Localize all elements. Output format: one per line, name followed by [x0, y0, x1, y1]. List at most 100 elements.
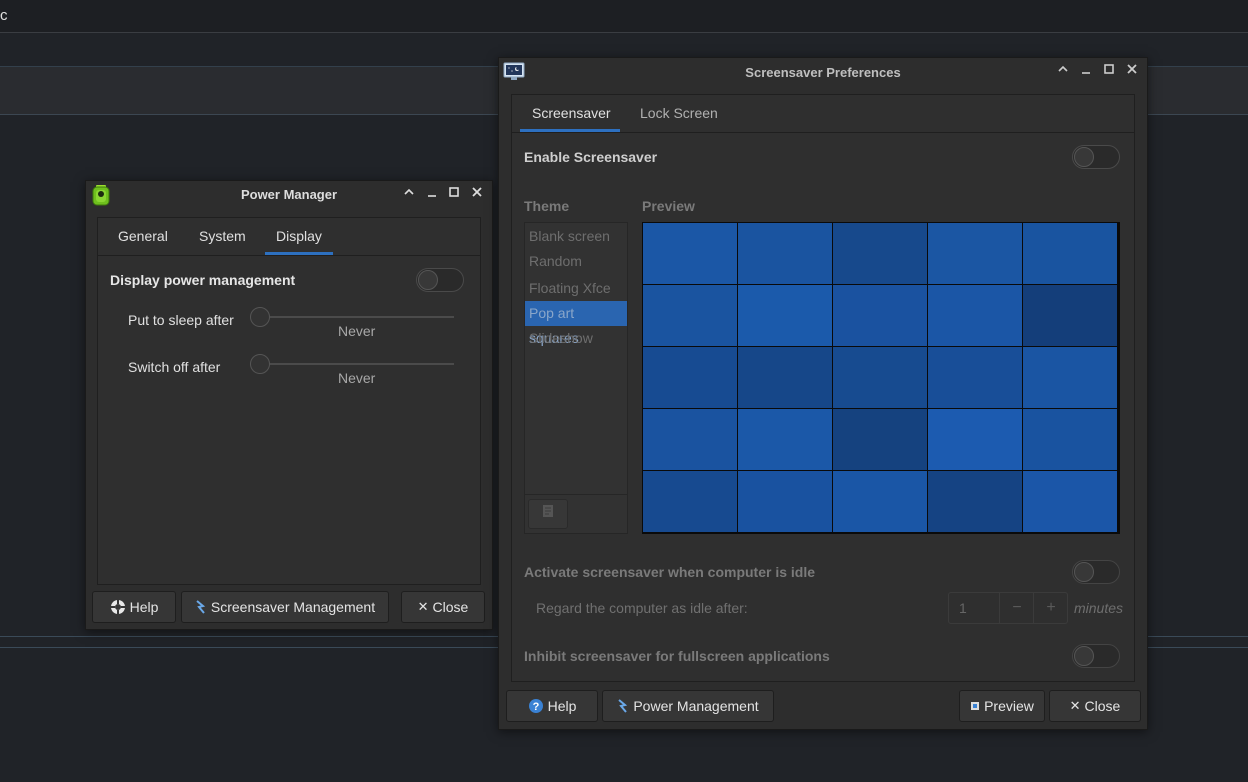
help-icon: ?: [528, 699, 543, 713]
configure-theme-button[interactable]: [528, 499, 568, 529]
preview-button[interactable]: Preview: [959, 690, 1045, 722]
power-management-icon: [618, 699, 628, 713]
preview-square: [738, 223, 832, 284]
close-icon: [1127, 64, 1137, 74]
preview-square: [643, 409, 737, 470]
preview-square: [643, 347, 737, 408]
tab-system[interactable]: System: [199, 228, 246, 244]
preview-square: [643, 285, 737, 346]
chevron-up-icon: [404, 188, 414, 195]
preview-square: [928, 285, 1022, 346]
help-button[interactable]: Help: [92, 591, 176, 623]
activate-idle-switch[interactable]: [1072, 560, 1120, 584]
sleep-slider-handle[interactable]: [250, 307, 270, 327]
close-button[interactable]: ✕ Close: [401, 591, 485, 623]
screensaver-management-label: Screensaver Management: [210, 599, 376, 615]
background-top-bar: c: [0, 0, 1248, 33]
power-manager-titlebar[interactable]: Power Manager: [86, 181, 492, 209]
preview-square: [833, 409, 927, 470]
minimize-icon: [428, 195, 436, 197]
tab-general[interactable]: General: [118, 228, 168, 244]
chevron-up-icon: [1058, 65, 1068, 72]
theme-item-slideshow[interactable]: Slideshow: [525, 326, 627, 351]
minimize-button[interactable]: [423, 185, 441, 203]
screensaver-icon: [196, 600, 206, 614]
enable-screensaver-switch[interactable]: [1072, 145, 1120, 169]
display-power-management-switch[interactable]: [416, 268, 464, 292]
activate-idle-label: Activate screensaver when computer is id…: [524, 564, 816, 580]
preview-square: [643, 471, 737, 532]
preview-square: [833, 285, 927, 346]
preview-square: [928, 471, 1022, 532]
switch-knob: [1074, 147, 1094, 167]
tab-lock-screen[interactable]: Lock Screen: [640, 105, 718, 121]
svg-text:?: ?: [532, 701, 539, 713]
switch-off-slider-handle[interactable]: [250, 354, 270, 374]
idle-minutes-value: 1: [959, 600, 967, 616]
switch-off-value: Never: [338, 370, 376, 386]
sleep-slider-track[interactable]: [250, 316, 454, 318]
plus-icon: +: [1046, 599, 1056, 616]
preview-label: Preview: [984, 698, 1034, 714]
screensaver-titlebar[interactable]: Screensaver Preferences: [499, 58, 1147, 86]
shade-button[interactable]: [1054, 62, 1072, 80]
theme-item-blank-screen[interactable]: Blank screen: [525, 224, 627, 249]
inhibit-fullscreen-label: Inhibit screensaver for fullscreen appli…: [524, 648, 830, 664]
maximize-button[interactable]: [1100, 62, 1118, 80]
power-manager-window: Power Manager General System Display Dis…: [85, 180, 493, 630]
maximize-icon: [449, 187, 459, 197]
preview-header: Preview: [642, 198, 695, 214]
screensaver-management-button[interactable]: Screensaver Management: [181, 591, 389, 623]
idle-minutes-spinner[interactable]: 1 − +: [948, 592, 1068, 624]
preview-icon: [971, 702, 980, 710]
preview-square: [833, 347, 927, 408]
power-management-button[interactable]: Power Management: [602, 690, 774, 722]
close-label: Close: [1084, 698, 1121, 714]
increment-button[interactable]: +: [1033, 593, 1068, 623]
preview-square: [1023, 223, 1117, 284]
theme-item-random[interactable]: Random: [525, 249, 627, 274]
close-label: Close: [432, 599, 469, 615]
switch-knob: [1074, 646, 1094, 666]
theme-list-footer: [525, 494, 627, 533]
inhibit-fullscreen-switch[interactable]: [1072, 644, 1120, 668]
tab-screensaver[interactable]: Screensaver: [532, 105, 611, 121]
sleep-label: Put to sleep after: [128, 312, 234, 328]
close-window-button[interactable]: [1123, 62, 1141, 80]
switch-off-slider-track[interactable]: [250, 363, 454, 365]
minimize-button[interactable]: [1077, 62, 1095, 80]
theme-item-pop-art-squares[interactable]: Pop art squares: [525, 301, 627, 346]
close-window-button[interactable]: [468, 185, 486, 203]
enable-screensaver-label: Enable Screensaver: [524, 149, 658, 165]
settings-panel: Screensaver Lock Screen Enable Screensav…: [511, 94, 1135, 682]
preview-square: [833, 223, 927, 284]
display-power-management-label: Display power management: [110, 272, 296, 288]
maximize-button[interactable]: [445, 185, 463, 203]
preview-square: [738, 347, 832, 408]
tab-display[interactable]: Display: [276, 228, 322, 244]
decrement-button[interactable]: −: [999, 593, 1034, 623]
shade-button[interactable]: [400, 185, 418, 203]
close-button[interactable]: ✕ Close: [1049, 690, 1141, 722]
lifebuoy-icon: [110, 600, 125, 614]
preview-square: [1023, 285, 1117, 346]
preview-square: [928, 223, 1022, 284]
help-button[interactable]: ? Help: [506, 690, 598, 722]
minimize-icon: [1082, 72, 1090, 74]
background-text: c: [0, 7, 8, 24]
theme-list: Blank screen Random Floating Xfce Pop ar…: [524, 222, 628, 534]
idle-after-label: Regard the computer as idle after:: [536, 600, 748, 616]
active-tab-indicator: [520, 129, 620, 132]
help-label: Help: [129, 599, 159, 615]
preview-square: [738, 409, 832, 470]
preview-square: [738, 471, 832, 532]
preview-square: [928, 347, 1022, 408]
preview-square: [1023, 409, 1117, 470]
theme-header: Theme: [524, 198, 570, 214]
active-tab-indicator: [265, 252, 333, 255]
close-icon: ✕: [1069, 698, 1081, 713]
power-management-label: Power Management: [633, 698, 759, 714]
theme-item-floating-xfce[interactable]: Floating Xfce: [525, 276, 627, 301]
idle-minutes-unit: minutes: [1074, 600, 1124, 616]
preview-square: [738, 285, 832, 346]
